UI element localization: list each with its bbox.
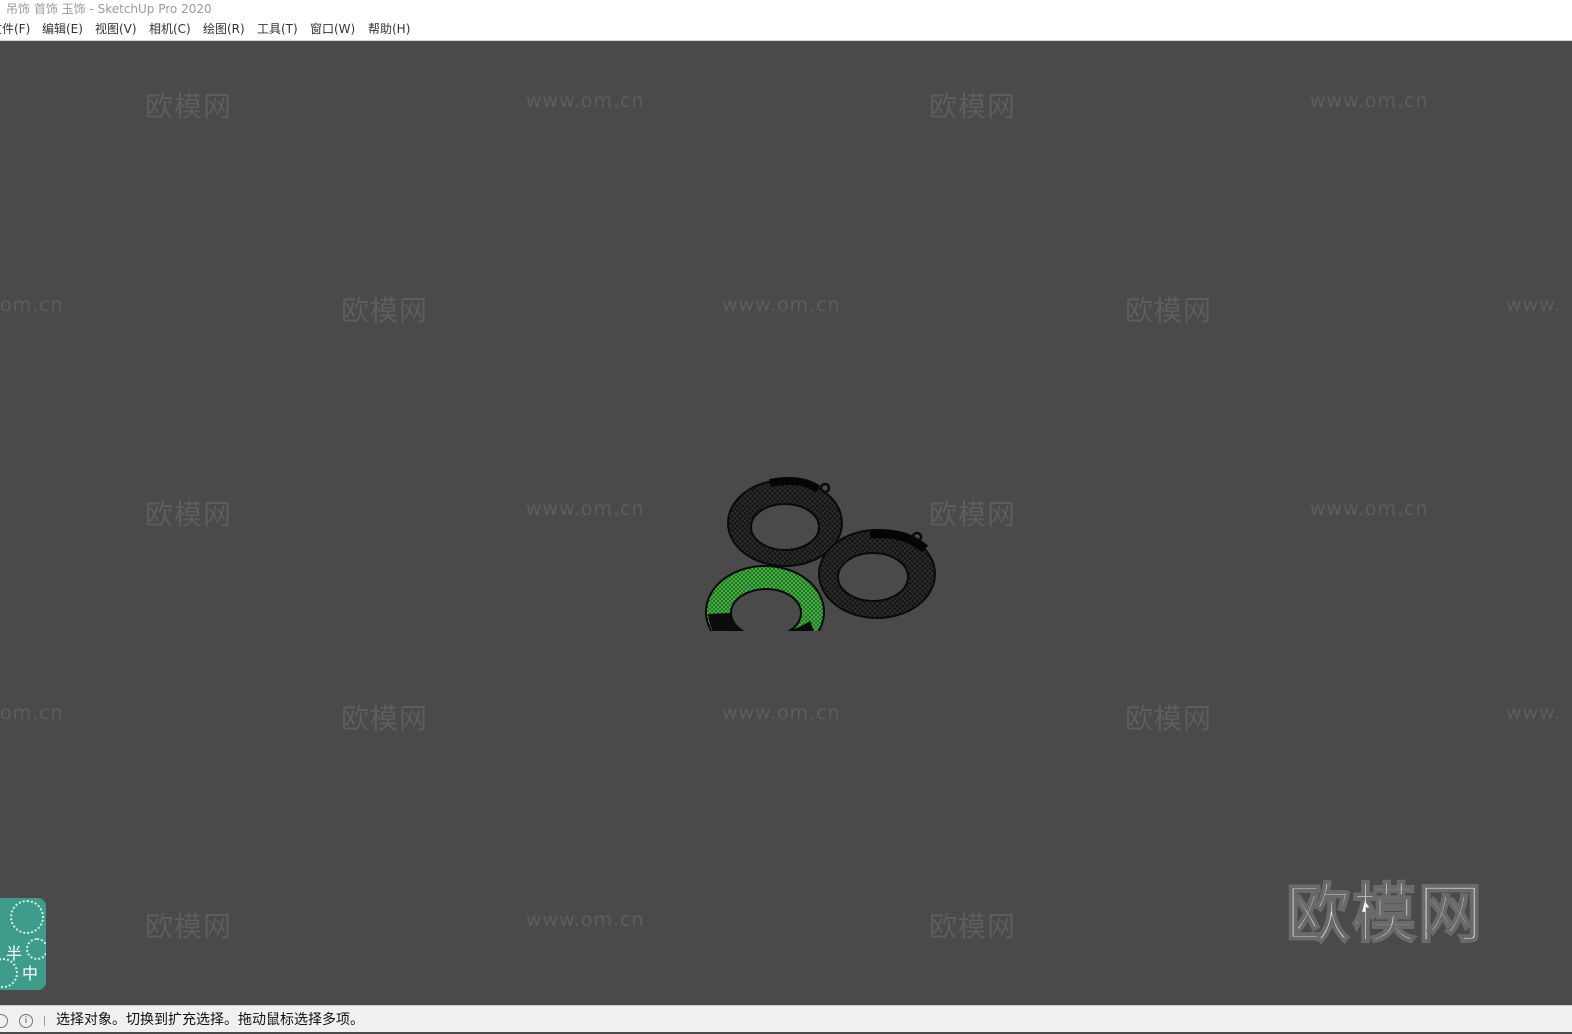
watermark-url: om.cn bbox=[0, 294, 64, 316]
watermark-url: www.om.cn bbox=[1310, 498, 1429, 520]
watermark-brand: 欧模网 bbox=[145, 910, 233, 943]
brand-logo: 欧模网 bbox=[1285, 877, 1484, 953]
window-title: 吊饰 首饰 玉饰 - SketchUp Pro 2020 bbox=[6, 2, 212, 16]
watermark-url: www. bbox=[1506, 294, 1561, 316]
watermark-brand: 欧模网 bbox=[145, 90, 233, 123]
status-bar: i 选择对象。切换到扩充选择。拖动鼠标选择多项。 bbox=[0, 1005, 1572, 1032]
watermark-brand: 欧模网 bbox=[1125, 294, 1213, 327]
menu-edit[interactable]: 编辑(E) bbox=[40, 18, 85, 40]
ring-selected[interactable] bbox=[705, 565, 825, 631]
menu-bar: 文件(F) 编辑(E) 视图(V) 相机(C) 绘图(R) 工具(T) 窗口(W… bbox=[0, 18, 1572, 41]
ring-right[interactable] bbox=[818, 529, 936, 619]
status-divider bbox=[44, 1016, 45, 1026]
menu-help[interactable]: 帮助(H) bbox=[366, 18, 412, 40]
watermark-url: www.om.cn bbox=[1310, 90, 1429, 112]
menu-camera[interactable]: 相机(C) bbox=[147, 18, 193, 40]
watermark-brand: 欧模网 bbox=[1125, 702, 1213, 735]
watermark-url: om.cn bbox=[0, 702, 64, 724]
watermark-url: www.om.cn bbox=[722, 702, 841, 724]
watermark-url: www. bbox=[1506, 702, 1561, 724]
badge-char-top: 半 bbox=[6, 944, 23, 963]
watermark-brand: 欧模网 bbox=[929, 910, 1017, 943]
watermark-url: www.om.cn bbox=[722, 294, 841, 316]
decorative-badge: 半 中 bbox=[0, 898, 46, 990]
watermark-brand: 欧模网 bbox=[341, 702, 429, 735]
status-message: 选择对象。切换到扩充选择。拖动鼠标选择多项。 bbox=[56, 1012, 364, 1028]
watermark-brand: 欧模网 bbox=[341, 294, 429, 327]
geolocation-icon[interactable] bbox=[0, 1014, 8, 1028]
watermark-url: www.om.cn bbox=[526, 498, 645, 520]
flower-icon bbox=[26, 938, 46, 960]
menu-view[interactable]: 视图(V) bbox=[93, 18, 139, 40]
menu-window[interactable]: 窗口(W) bbox=[308, 18, 357, 40]
info-icon[interactable]: i bbox=[19, 1014, 33, 1028]
model-viewport[interactable]: 欧模网 www.om.cn 欧模网 www.om.cn om.cn 欧模网 ww… bbox=[0, 41, 1572, 1005]
badge-char-bottom: 中 bbox=[22, 964, 39, 983]
watermark-brand: 欧模网 bbox=[145, 498, 233, 531]
menu-file[interactable]: 文件(F) bbox=[0, 18, 32, 40]
watermark-url: www.om.cn bbox=[526, 90, 645, 112]
menu-draw[interactable]: 绘图(R) bbox=[201, 18, 247, 40]
title-bar: 吊饰 首饰 玉饰 - SketchUp Pro 2020 bbox=[0, 0, 1572, 18]
ring-pendants-model[interactable] bbox=[690, 431, 960, 631]
flower-icon bbox=[10, 900, 44, 934]
watermark-url: www.om.cn bbox=[526, 909, 645, 931]
menu-tools[interactable]: 工具(T) bbox=[255, 18, 300, 40]
watermark-brand: 欧模网 bbox=[929, 90, 1017, 123]
